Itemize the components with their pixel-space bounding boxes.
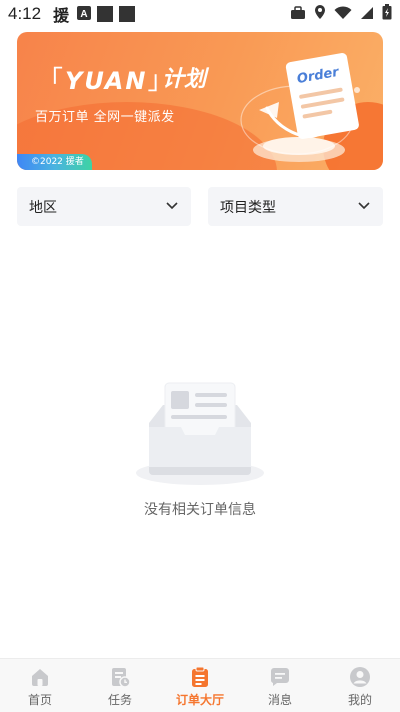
nav-item-order-hall[interactable]: 订单大厅 (160, 659, 240, 712)
message-icon (270, 668, 289, 686)
banner-plan: 计划 (162, 67, 207, 92)
banner-brand-text: YUAN (65, 67, 148, 95)
promo-banner[interactable]: 「YUAN」 计划 百万订单 全网一键派发 Order ©2022 援者 (17, 32, 383, 170)
nav-item-message[interactable]: 消息 (240, 659, 320, 712)
nav-item-task[interactable]: 任务 (80, 659, 160, 712)
signal-icon (360, 5, 374, 24)
notification-square-icon (119, 6, 136, 22)
banner-copyright: ©2022 援者 (17, 154, 92, 170)
bottom-navigation: 首页 任务 订单大厅 消息 我的 (0, 658, 400, 712)
nav-label: 任务 (107, 693, 132, 707)
nav-item-home[interactable]: 首页 (0, 659, 80, 712)
empty-inbox-illustration (136, 382, 264, 485)
app-notification-icon: 援 (53, 6, 70, 25)
font-icon: A (77, 5, 92, 24)
region-filter-dropdown[interactable]: 地区 (17, 187, 191, 226)
nav-label: 首页 (27, 693, 52, 707)
region-filter-label: 地区 (29, 199, 57, 216)
task-icon (112, 668, 131, 688)
profile-icon (350, 667, 370, 687)
svg-text:A: A (80, 9, 87, 20)
status-bar: 4:12 援 A (0, 0, 400, 28)
status-time: 4:12 (8, 4, 42, 23)
project-type-filter-dropdown[interactable]: 项目类型 (208, 187, 383, 226)
order-document-illustration: Order (240, 53, 360, 162)
nav-label: 订单大厅 (175, 693, 224, 707)
nav-label: 消息 (267, 693, 292, 707)
banner-brand: 「YUAN」 (37, 66, 176, 96)
notification-square-icon (97, 6, 114, 22)
banner-subtitle: 百万订单 全网一键派发 (35, 110, 175, 125)
wifi-icon (334, 5, 352, 24)
project-type-filter-label: 项目类型 (220, 199, 276, 216)
status-indicators (290, 4, 392, 24)
battery-icon (382, 4, 392, 24)
nav-label: 我的 (347, 693, 372, 707)
chevron-down-icon (165, 199, 179, 215)
chevron-down-icon (357, 199, 371, 215)
location-icon (314, 4, 326, 24)
nav-item-profile[interactable]: 我的 (320, 659, 400, 712)
order-hall-icon (192, 666, 208, 687)
empty-state-message: 没有相关订单信息 (144, 502, 256, 518)
home-icon (32, 669, 48, 686)
briefcase-icon (290, 5, 306, 24)
